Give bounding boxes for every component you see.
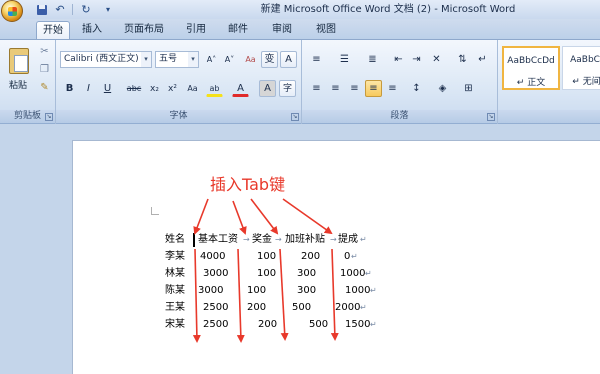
style-normal-name: ↵ 正文: [516, 78, 546, 88]
change-case-button[interactable]: Aa: [184, 80, 201, 97]
enclose-characters-button[interactable]: 字: [279, 80, 296, 97]
character-shading-button[interactable]: A: [259, 80, 276, 97]
ribbon: 粘贴 ✂ ❐ ✎ 剪贴板 ↘ Calibri (西文正文) ▾ 五号 ▾ A˄ …: [0, 39, 600, 124]
sort-icon[interactable]: ⇅: [454, 51, 471, 68]
annotation-arrow: [193, 198, 209, 235]
line-spacing-icon[interactable]: ↕: [408, 80, 425, 97]
superscript-button[interactable]: x²: [164, 80, 181, 97]
font-color-button[interactable]: A: [232, 80, 249, 97]
copy-icon[interactable]: ❐: [36, 61, 53, 78]
character-border-button[interactable]: A: [280, 51, 297, 68]
clipboard-launcher-icon[interactable]: ↘: [45, 113, 53, 121]
distributed-icon[interactable]: ≡: [384, 80, 401, 97]
increase-indent-icon[interactable]: ⇥: [408, 51, 425, 68]
font-size-value: 五号: [159, 54, 178, 64]
chinese-layout-icon[interactable]: ✕: [428, 51, 445, 68]
multilevel-list-icon[interactable]: ≣: [364, 51, 381, 68]
annotation-arrow: [236, 248, 245, 343]
underline-button[interactable]: U: [99, 80, 116, 97]
font-group: Calibri (西文正文) ▾ 五号 ▾ A˄ A˅ Aa 变 A B I U…: [56, 40, 302, 124]
annotation-arrow: [282, 198, 333, 235]
font-name-select[interactable]: Calibri (西文正文) ▾: [60, 51, 152, 68]
paste-button[interactable]: 粘贴: [2, 42, 34, 98]
align-left-icon[interactable]: ≡: [308, 80, 325, 97]
annotation-arrow: [232, 200, 247, 235]
align-center-icon[interactable]: ≡: [327, 80, 344, 97]
cut-icon[interactable]: ✂: [36, 43, 53, 60]
ribbon-tabs: 开始 插入 页面布局 引用 邮件 审阅 视图: [0, 19, 600, 39]
font-name-value: Calibri (西文正文): [64, 54, 139, 64]
shading-icon[interactable]: ◈: [434, 80, 451, 97]
decrease-indent-icon[interactable]: ⇤: [390, 51, 407, 68]
document-workspace: 插入Tab键 姓名 基本工资 奖金 加班补贴 提成 ↵ → → → 李某 400…: [0, 124, 600, 374]
tab-view[interactable]: 视图: [308, 21, 344, 39]
styles-group: AaBbCcDd ↵ 正文 AaBbCcD ↵ 无间隔: [498, 40, 600, 124]
annotation-arrow: [279, 248, 289, 341]
clear-format-button[interactable]: Aa: [242, 51, 259, 68]
font-size-dropdown-icon: ▾: [188, 52, 198, 67]
tab-page-layout[interactable]: 页面布局: [118, 21, 170, 39]
paragraph-launcher-icon[interactable]: ↘: [487, 113, 495, 121]
bold-button[interactable]: B: [61, 80, 78, 97]
italic-button[interactable]: I: [80, 80, 97, 97]
tab-home[interactable]: 开始: [36, 21, 70, 39]
tab-insert[interactable]: 插入: [74, 21, 110, 39]
office-button[interactable]: [1, 0, 23, 22]
align-right-icon[interactable]: ≡: [346, 80, 363, 97]
style-no-spacing-name: ↵ 无间隔: [572, 77, 600, 87]
annotation-arrow: [192, 248, 201, 343]
style-normal[interactable]: AaBbCcDd ↵ 正文: [502, 46, 560, 90]
style-no-spacing[interactable]: AaBbCcD ↵ 无间隔: [562, 46, 600, 90]
paste-icon: [9, 48, 29, 74]
format-painter-icon[interactable]: ✎: [36, 79, 53, 96]
font-group-label: 字体: [56, 110, 301, 123]
show-marks-icon[interactable]: ↵: [474, 51, 491, 68]
annotation-arrow: [250, 198, 279, 235]
styles-group-label: [498, 110, 600, 123]
tab-references[interactable]: 引用: [178, 21, 214, 39]
font-launcher-icon[interactable]: ↘: [291, 113, 299, 121]
bullets-icon[interactable]: ≡: [308, 51, 325, 68]
phonetic-guide-button[interactable]: 变: [261, 51, 278, 68]
tab-mailings[interactable]: 邮件: [220, 21, 256, 39]
numbering-icon[interactable]: ☰: [336, 51, 353, 68]
paragraph-group: ≡ ☰ ≣ ⇤ ⇥ ✕ ⇅ ↵ ≡ ≡ ≡ ≡ ≡ ↕ ◈ ⊞ 段落 ↘: [302, 40, 498, 124]
font-name-dropdown-icon: ▾: [141, 52, 151, 67]
tab-review[interactable]: 审阅: [264, 21, 300, 39]
annotation-arrow: [330, 248, 339, 341]
title-bar: ↶ ↻ ▾ 新建 Microsoft Office Word 文档 (2) - …: [0, 0, 600, 22]
font-size-select[interactable]: 五号 ▾: [155, 51, 199, 68]
document-page[interactable]: 插入Tab键 姓名 基本工资 奖金 加班补贴 提成 ↵ → → → 李某 400…: [72, 140, 600, 374]
paste-label: 粘贴: [8, 81, 27, 91]
annotation-arrows: [192, 198, 339, 343]
grow-font-button[interactable]: A˄: [203, 51, 220, 68]
borders-icon[interactable]: ⊞: [460, 80, 477, 97]
subscript-button[interactable]: x₂: [146, 80, 163, 97]
clipboard-group: 粘贴 ✂ ❐ ✎ 剪贴板 ↘: [0, 40, 56, 124]
style-normal-sample: AaBbCcDd: [507, 56, 555, 66]
justify-icon[interactable]: ≡: [365, 80, 382, 97]
paragraph-group-label: 段落: [302, 110, 497, 123]
strikethrough-button[interactable]: abc: [124, 80, 144, 97]
window-title: 新建 Microsoft Office Word 文档 (2) - Micros…: [260, 4, 516, 15]
highlight-button[interactable]: ab: [206, 80, 223, 97]
shrink-font-button[interactable]: A˅: [221, 51, 238, 68]
style-no-spacing-sample: AaBbCcD: [570, 55, 600, 65]
